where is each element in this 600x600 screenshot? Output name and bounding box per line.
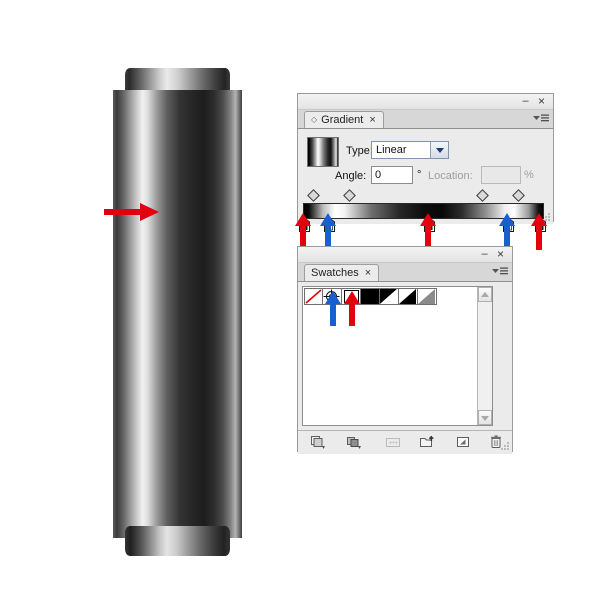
arrow-swatch-black — [343, 291, 361, 327]
arrow-canvas-highlight — [104, 202, 160, 222]
close-icon[interactable]: × — [535, 95, 548, 108]
swatch-black[interactable] — [361, 288, 380, 305]
new-color-group-icon[interactable] — [419, 434, 435, 450]
type-label: Type: — [346, 145, 373, 157]
tab-swatches-label: Swatches — [311, 266, 359, 279]
swatches-panel-titlebar[interactable]: – × — [298, 247, 512, 263]
gradient-midpoint-marker[interactable] — [512, 189, 525, 202]
type-select[interactable]: Linear — [371, 141, 449, 159]
swatch-libraries-menu-icon[interactable] — [310, 434, 326, 450]
swatches-panel-footer — [298, 430, 512, 453]
new-swatch-icon[interactable] — [455, 434, 471, 450]
tab-gradient[interactable]: ◇ Gradient × — [304, 111, 384, 128]
tab-close-icon[interactable]: × — [369, 112, 375, 129]
metallic-cylinder-artwork[interactable] — [110, 68, 245, 558]
location-input — [481, 166, 521, 184]
swatch-list-scrollbar[interactable] — [477, 287, 492, 425]
cylinder-bottom-cap — [125, 526, 230, 556]
location-label: Location: — [428, 170, 473, 182]
gradient-midpoint-marker[interactable] — [476, 189, 489, 202]
tab-diamond-icon: ◇ — [311, 115, 318, 124]
minimize-button[interactable]: – — [519, 95, 532, 108]
swatch-gradient-black-white[interactable] — [380, 288, 399, 305]
type-select-value: Linear — [376, 144, 407, 156]
gradient-midpoint-marker[interactable] — [343, 189, 356, 202]
gradient-midpoint-marker[interactable] — [307, 189, 320, 202]
swatch-gradient-white-black[interactable] — [399, 288, 418, 305]
tab-swatches[interactable]: Swatches × — [304, 264, 380, 282]
gradient-panel-tab-row[interactable]: ◇ Gradient × — [298, 110, 553, 129]
gradient-preview-swatch[interactable] — [307, 137, 339, 167]
minimize-button[interactable]: – — [478, 248, 491, 261]
gradient-panel-titlebar[interactable]: – × — [298, 94, 553, 110]
scroll-down-icon[interactable] — [478, 410, 492, 425]
panel-menu-icon[interactable] — [533, 112, 549, 124]
gradient-panel-body: Type: Linear Angle: 0 ° Location: % — [298, 129, 553, 232]
scroll-up-icon[interactable] — [478, 287, 492, 302]
cylinder-body — [113, 90, 242, 538]
swatches-panel-tab-row[interactable]: Swatches × — [298, 263, 512, 282]
swatches-panel[interactable]: – × Swatches × — [297, 246, 513, 454]
swatch-options-icon[interactable] — [385, 434, 401, 450]
tab-gradient-label: Gradient — [321, 113, 364, 126]
tab-close-icon[interactable]: × — [365, 265, 371, 282]
show-swatch-kinds-menu-icon[interactable] — [346, 434, 362, 450]
degree-symbol: ° — [417, 169, 422, 181]
panel-menu-icon[interactable] — [492, 265, 508, 277]
chevron-down-icon[interactable] — [430, 142, 448, 158]
angle-label: Angle: — [335, 170, 367, 182]
app-canvas: – × ◇ Gradient × Type: Linear Angle: 0 °… — [0, 0, 600, 600]
angle-input[interactable]: 0 — [371, 166, 413, 184]
swatch-gradient-grey[interactable] — [418, 288, 437, 305]
gradient-panel[interactable]: – × ◇ Gradient × Type: Linear Angle: 0 °… — [297, 93, 554, 232]
panel-resize-grip[interactable] — [500, 441, 510, 451]
close-icon[interactable]: × — [494, 248, 507, 261]
percent-symbol: % — [524, 169, 534, 181]
arrow-swatch-white — [324, 291, 342, 327]
arrow-stop-5 — [530, 213, 548, 251]
swatch-none[interactable] — [304, 288, 323, 305]
